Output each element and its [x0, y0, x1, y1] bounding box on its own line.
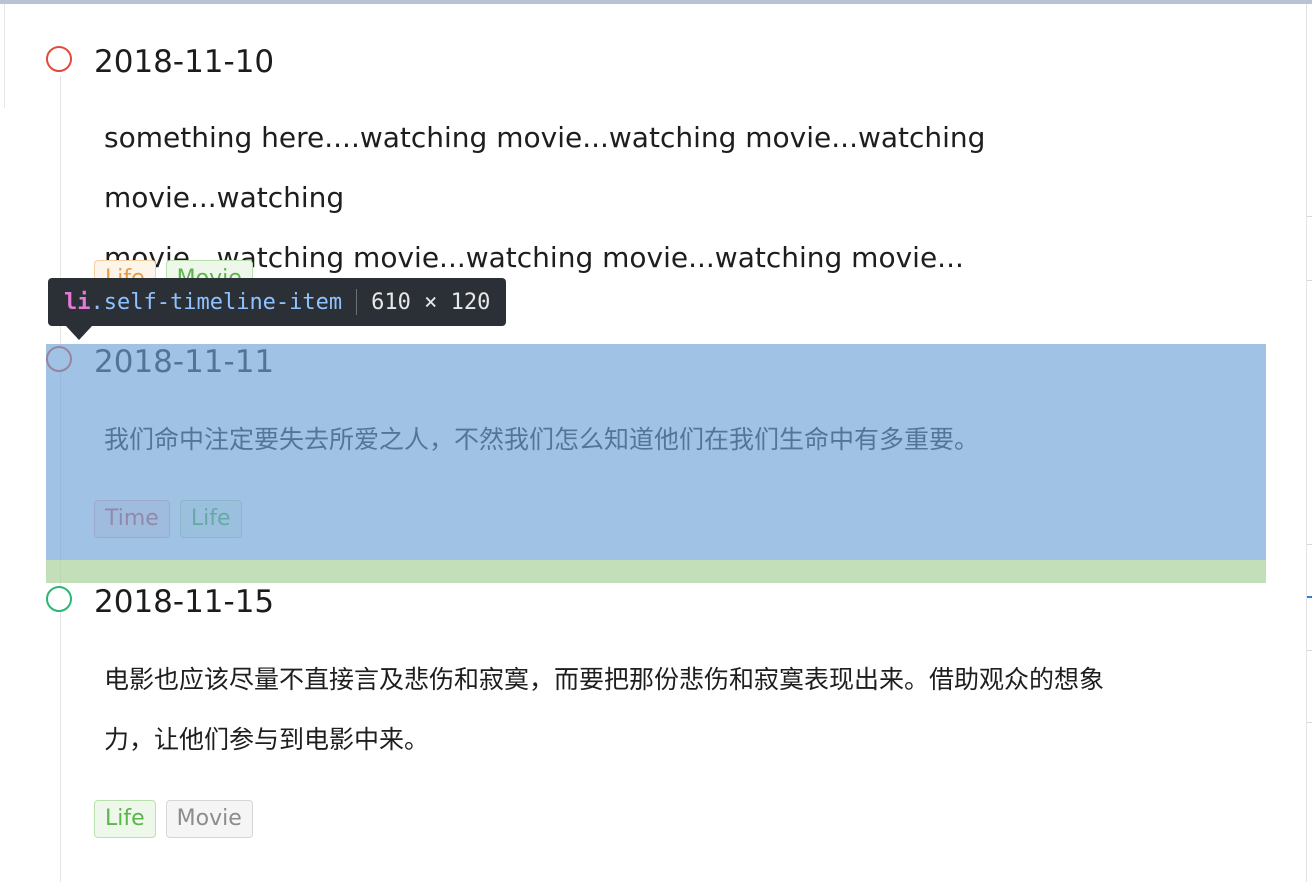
left-panel-edge	[4, 4, 5, 108]
tooltip-tag-name: li	[64, 289, 91, 315]
tooltip-dimensions: 610 × 120	[371, 289, 491, 315]
timeline-axis	[60, 76, 61, 882]
content-line: 力，让他们参与到电影中来。	[104, 725, 430, 754]
tag-movie[interactable]: Movie	[165, 800, 253, 838]
timeline-list: 2018-11-10 something here....watching mo…	[46, 0, 1266, 882]
timeline-dot-icon	[46, 586, 72, 612]
inspect-tooltip: li .self-timeline-item 610 × 120	[48, 278, 507, 326]
timeline-dot-icon	[46, 46, 72, 72]
tooltip-class-name: .self-timeline-item	[90, 289, 343, 315]
gutter-active-tick	[1307, 596, 1312, 598]
timeline-tags: Life Movie	[94, 800, 253, 838]
gutter-tick	[1307, 544, 1312, 545]
content-line: something here....watching movie...watch…	[104, 121, 986, 214]
timeline-tags: Time Life	[94, 500, 242, 538]
timeline-date: 2018-11-11	[94, 344, 275, 380]
tag-time[interactable]: Time	[94, 500, 170, 538]
content-line: 电影也应该尽量不直接言及悲伤和寂寞，而要把那份悲伤和寂寞表现出来。借助观众的想象	[104, 665, 1105, 694]
tag-life[interactable]: Life	[179, 500, 242, 538]
timeline-content: 我们命中注定要失去所爱之人，不然我们怎么知道他们在我们生命中有多重要。	[104, 410, 1214, 470]
gutter-tick	[1307, 722, 1312, 723]
timeline-date: 2018-11-10	[94, 44, 275, 80]
content-line: 我们命中注定要失去所爱之人，不然我们怎么知道他们在我们生命中有多重要。	[104, 425, 980, 454]
tooltip-divider	[356, 289, 358, 315]
gutter-tick	[1307, 650, 1312, 651]
tag-life[interactable]: Life	[94, 800, 156, 838]
gutter-tick	[1307, 216, 1312, 217]
gutter-tick	[1307, 280, 1312, 281]
timeline-date: 2018-11-15	[94, 584, 275, 620]
tooltip-arrow-icon	[66, 326, 92, 340]
timeline-dot-icon	[46, 346, 72, 372]
timeline-content: 电影也应该尽量不直接言及悲伤和寂寞，而要把那份悲伤和寂寞表现出来。借助观众的想象…	[104, 650, 1214, 770]
scrollbar-gutter[interactable]	[1307, 4, 1312, 882]
